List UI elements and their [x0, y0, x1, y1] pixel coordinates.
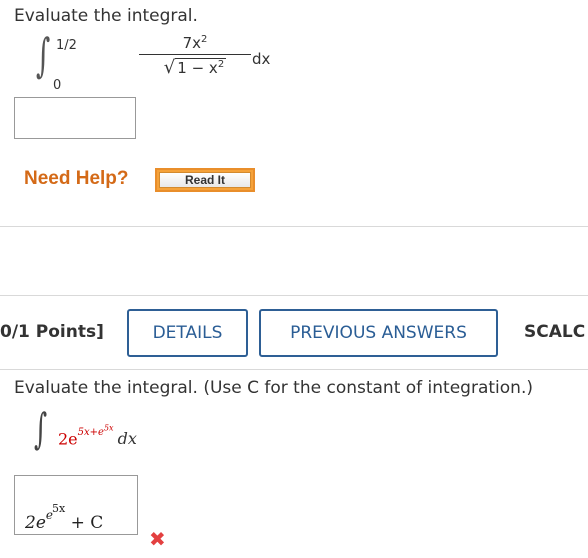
integral-sign-icon: ∫	[34, 404, 48, 453]
textbook-reference: SCALC	[524, 322, 586, 342]
section-divider	[0, 369, 588, 370]
differential: dx	[252, 50, 271, 68]
integral-sign-icon: ∫	[36, 28, 51, 82]
question-prompt: Evaluate the integral.	[14, 6, 198, 26]
submitted-answer: 2ee5x + C	[25, 502, 104, 533]
previous-answers-button[interactable]: PREVIOUS ANSWERS	[259, 309, 498, 357]
denominator: √ 1 − x2	[163, 57, 227, 78]
lower-bound: 0	[53, 78, 62, 93]
need-help-label: Need Help?	[24, 168, 129, 189]
section-divider	[0, 295, 588, 296]
section-divider	[0, 226, 588, 227]
points-label: 0/1 Points]	[0, 322, 104, 342]
read-it-label: Read It	[159, 172, 251, 188]
integral-expression: ∫ 1/2 0 7x2 √ 1 − x2 dx	[36, 28, 270, 93]
upper-bound: 1/2	[56, 38, 77, 53]
question-prompt-2: Evaluate the integral. (Use C for the co…	[14, 378, 533, 398]
wrong-x-icon: ✖	[149, 527, 166, 551]
details-button[interactable]: DETAILS	[127, 309, 248, 357]
read-it-button[interactable]: Read It	[155, 168, 255, 192]
submitted-answer-box[interactable]: 2ee5x + C	[14, 475, 138, 535]
integrand: 2e5x+e5xdx	[58, 424, 137, 449]
answer-input[interactable]	[14, 97, 136, 139]
sqrt-icon: √	[163, 57, 176, 78]
integral-expression-2: ∫ 2e5x+e5xdx	[34, 404, 234, 460]
numerator: 7x2	[139, 34, 251, 55]
integrand-fraction: 7x2 √ 1 − x2	[139, 34, 251, 78]
